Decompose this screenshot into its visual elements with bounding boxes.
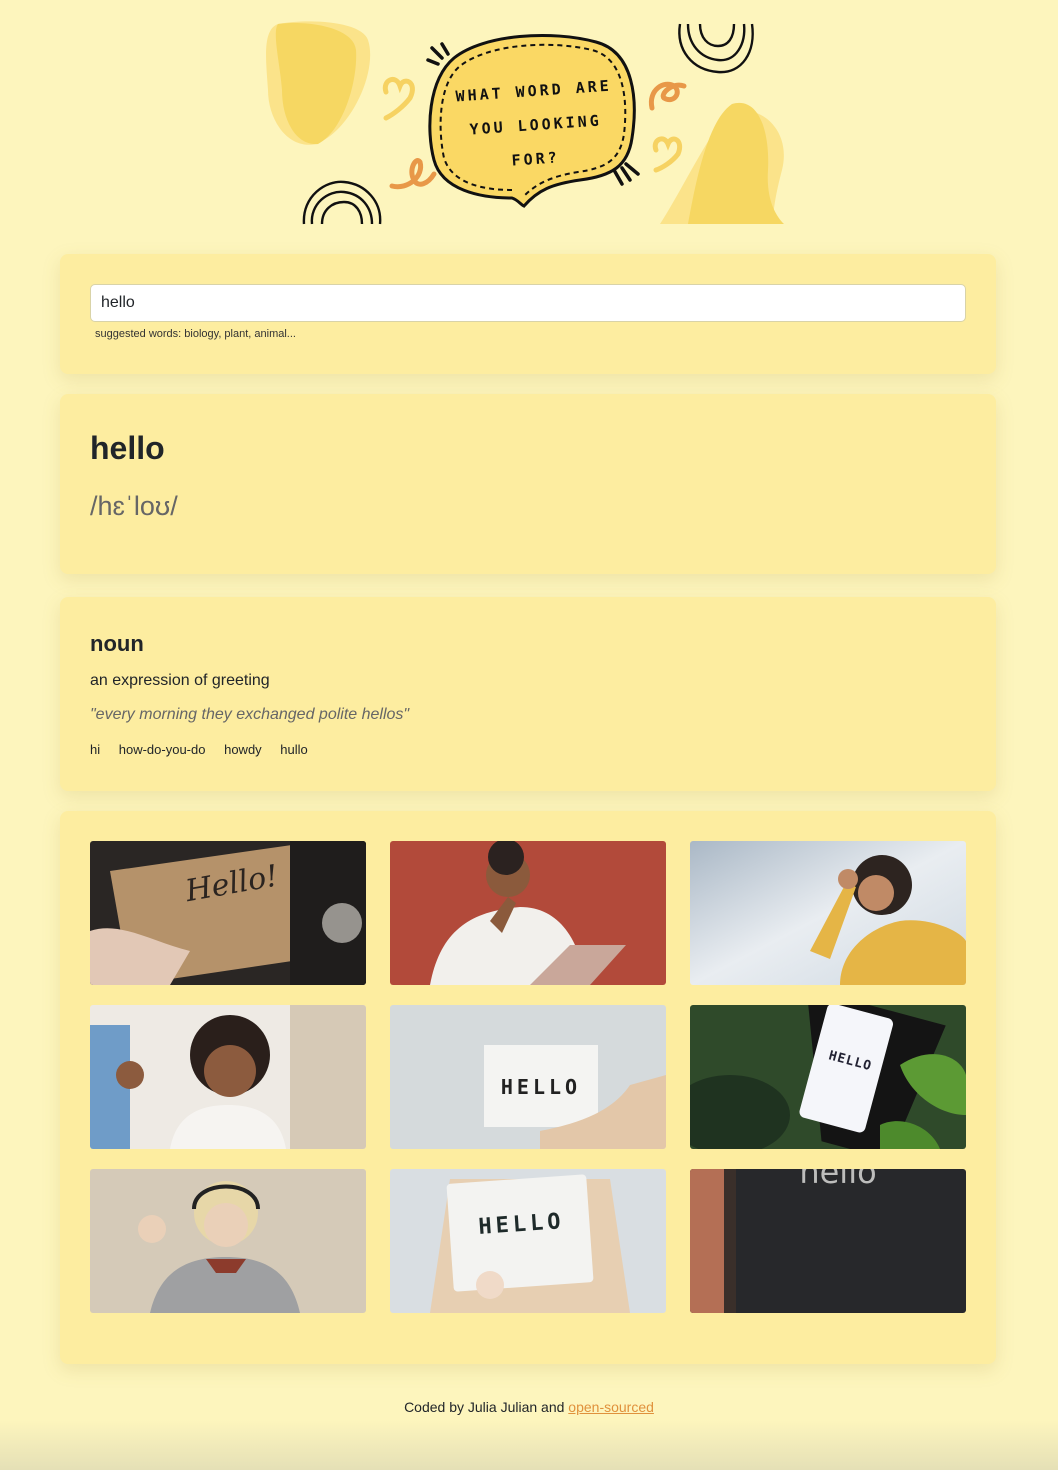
phonetic: /hɛˈloʊ/ xyxy=(90,491,178,521)
part-of-speech: noun xyxy=(90,631,144,656)
page-bottom-shade xyxy=(0,1420,1058,1470)
photo-man-waving-laptop[interactable] xyxy=(390,841,666,985)
footer: Coded by Julia Julian and open-sourced xyxy=(0,1399,1058,1415)
photo-hello-lettering[interactable]: Hello! xyxy=(90,841,366,985)
word-card: hello /hɛˈloʊ/ xyxy=(60,394,996,574)
bubble-line-3: FOR? xyxy=(511,148,560,169)
photo-hello-phone[interactable]: HELLO xyxy=(690,1005,966,1149)
synonym: howdy xyxy=(224,742,262,757)
heart-swirl-left-icon xyxy=(382,77,415,121)
photo-hello-lightbox[interactable]: HELLO xyxy=(390,1005,666,1149)
definition: an expression of greeting xyxy=(90,672,270,689)
photo-woman-waving-sky[interactable] xyxy=(690,841,966,985)
photo-hello-board-held[interactable]: HELLO xyxy=(390,1169,666,1313)
word-title: hello xyxy=(90,430,165,466)
synonym: how-do-you-do xyxy=(118,742,206,757)
meaning-card: noun an expression of greeting "every mo… xyxy=(60,597,996,791)
scribble-circles-left-icon xyxy=(302,180,382,225)
search-card: suggested words: biology, plant, animal.… xyxy=(60,254,996,374)
photo-grid: Hello! HELLO HELLO HELLO hello xyxy=(90,841,966,1313)
photo-girl-waving[interactable] xyxy=(90,1005,366,1149)
scribble-circles-right-icon xyxy=(678,23,754,74)
heart-swirl-right-icon xyxy=(652,136,683,173)
synonym: hi xyxy=(90,742,101,757)
example: "every morning they exchanged polite hel… xyxy=(90,706,410,723)
header-illustration: WHAT WORD ARE YOU LOOKING FOR? xyxy=(266,21,784,225)
swirl-right-icon xyxy=(648,81,687,111)
photos-card: Hello! HELLO HELLO HELLO hello xyxy=(60,811,996,1364)
svg-text:hello: hello xyxy=(799,1169,876,1191)
open-source-link[interactable]: open-sourced xyxy=(568,1399,654,1415)
synonym: hullo xyxy=(280,742,308,757)
search-hint: suggested words: biology, plant, animal.… xyxy=(95,328,296,340)
svg-text:HELLO: HELLO xyxy=(501,1075,581,1099)
photo-woman-headphones-waving[interactable] xyxy=(90,1169,366,1313)
footer-credit: Coded by Julia Julian and xyxy=(404,1399,569,1415)
synonyms-list: hi how-do-you-do howdy hullo xyxy=(90,742,966,757)
search-input[interactable] xyxy=(90,284,966,322)
swirl-left-icon xyxy=(389,158,437,190)
photo-hello-chalkboard[interactable]: hello xyxy=(690,1169,966,1313)
